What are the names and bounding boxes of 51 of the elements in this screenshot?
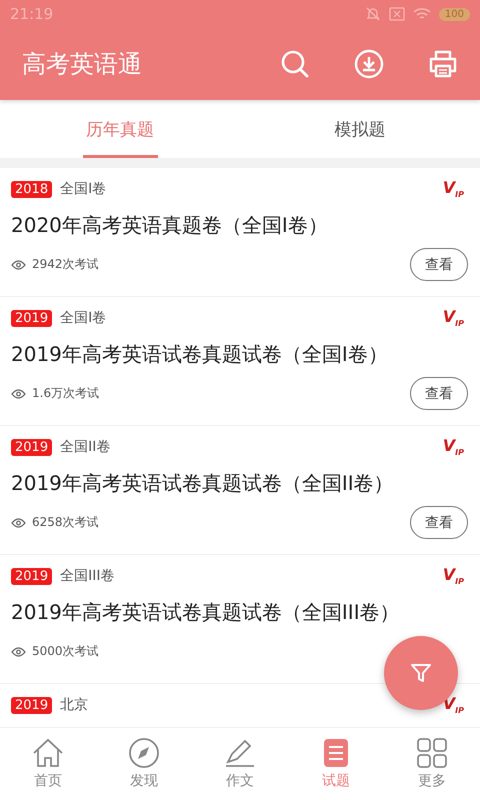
exam-count: 1.6万次考试	[32, 385, 100, 402]
paper-title: 2020年高考英语真题卷（全国I卷）	[11, 212, 329, 239]
eye-icon	[11, 646, 26, 656]
vip-label: V$_{IP}$	[442, 436, 464, 458]
nav-tab[interactable]: 首页	[0, 728, 96, 800]
message-icon	[388, 7, 405, 21]
year-tag: 2018	[11, 180, 52, 198]
pencil-icon	[224, 738, 256, 768]
vip-label: V$_{IP}$	[442, 178, 464, 200]
year-tag: 2019	[11, 310, 52, 326]
paper-title: 2019年高考英语试卷真题试卷（全国III卷）	[11, 599, 401, 626]
paper-card[interactable]: 2018 全国I卷 V$_{IP}$ 2020年高考英语真题卷（全国I卷） 2942次考试 查看	[0, 168, 480, 297]
view-button[interactable]: 查看	[410, 248, 468, 281]
nav-tab[interactable]: 发现	[96, 728, 192, 800]
view-button[interactable]: 查看	[410, 377, 468, 410]
paper-card[interactable]: 2019 全国I卷 V$_{IP}$ 2019年高考英语试卷真题试卷（全国I卷） 1.6万次考试 查看	[0, 297, 480, 426]
region-label: 全国III卷	[60, 567, 116, 585]
filter-icon	[410, 662, 432, 684]
bell-off-icon	[364, 6, 381, 22]
region-label: 全国I卷	[60, 180, 108, 198]
search-icon[interactable]	[280, 49, 310, 79]
region-label: 北京	[60, 696, 90, 714]
year-tag: 2019	[11, 568, 52, 584]
paper-title: 2019年高考英语试卷真题试卷（全国II卷）	[11, 470, 395, 497]
exam-count: 6258次考试	[32, 514, 100, 531]
grid-icon	[416, 738, 448, 768]
vip-label: V$_{IP}$	[442, 565, 464, 587]
eye-icon	[11, 260, 26, 270]
eye-icon	[11, 518, 26, 528]
year-tag: 2019	[11, 438, 52, 456]
eye-icon	[11, 388, 26, 398]
print-icon[interactable]	[428, 49, 458, 79]
view-button[interactable]: 查看	[410, 506, 468, 539]
paper-title: 2019年高考英语试卷真题试卷（全国I卷）	[11, 341, 389, 368]
compass-icon	[128, 738, 160, 768]
app-title: 高考英语通	[22, 49, 143, 80]
region-label: 全国I卷	[60, 309, 108, 327]
exam-count: 5000次考试	[32, 643, 100, 660]
battery-level: 100	[438, 8, 470, 20]
status-time: 21:19	[10, 5, 54, 23]
paper-card[interactable]: 2019 全国II卷 V$_{IP}$ 2019年高考英语试卷真题试卷（全国II卷） 6258次考试 查看	[0, 426, 480, 555]
vip-label: V$_{IP}$	[442, 307, 464, 329]
year-tag: 2019	[11, 696, 52, 714]
exam-count: 2942次考试	[32, 256, 100, 273]
home-icon	[32, 738, 64, 768]
region-label: 全国II卷	[60, 438, 112, 456]
wifi-icon	[412, 7, 431, 21]
download-icon[interactable]	[354, 49, 384, 79]
nav-tab[interactable]: 作文	[192, 728, 288, 800]
nav-tab[interactable]: 更多	[384, 728, 480, 800]
tab[interactable]: 模拟题	[240, 100, 480, 158]
